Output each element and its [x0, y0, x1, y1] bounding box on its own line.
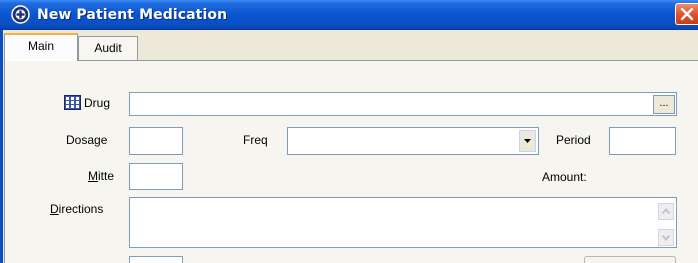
directions-label-accesskey: D	[50, 202, 59, 216]
dialog-window: New Patient Medication Main Audit Drug .…	[0, 0, 698, 263]
amount-label: Amount:	[542, 170, 587, 184]
period-label: Period	[556, 133, 591, 147]
tab-audit-label: Audit	[94, 41, 122, 55]
directions-scroll-up-button[interactable]	[658, 203, 674, 220]
drug-grid-icon[interactable]	[64, 95, 81, 110]
dosage-label: Dosage	[66, 133, 108, 147]
freq-dropdown-button[interactable]	[519, 130, 536, 152]
mitte-label: Mitte	[88, 169, 114, 183]
period-field[interactable]	[609, 127, 676, 155]
directions-label: Directions	[50, 202, 103, 216]
dosage-field[interactable]	[129, 127, 183, 155]
close-icon	[680, 7, 694, 21]
title-bar[interactable]: New Patient Medication	[0, 0, 698, 30]
directions-textarea[interactable]	[129, 197, 677, 248]
mitte-label-rest: itte	[98, 169, 115, 183]
freq-label: Freq	[243, 133, 268, 147]
mitte-label-accesskey: M	[88, 169, 98, 183]
window-border	[0, 30, 3, 263]
drug-label: Drug	[84, 96, 111, 110]
plus-circle-icon	[11, 5, 30, 24]
tab-main-label: Main	[27, 39, 54, 53]
window-title: New Patient Medication	[37, 7, 228, 23]
freq-select[interactable]	[287, 127, 539, 155]
next-row-field[interactable]	[129, 256, 183, 263]
scroll-down-icon	[661, 234, 671, 242]
scroll-up-icon	[661, 207, 671, 215]
drug-browse-button[interactable]: ...	[653, 95, 675, 114]
mitte-field[interactable]	[129, 163, 183, 190]
next-row-button[interactable]	[584, 256, 676, 263]
drug-field[interactable]	[129, 92, 677, 116]
directions-label-rest: irections	[58, 202, 104, 216]
tab-main[interactable]: Main	[4, 33, 78, 61]
chevron-down-icon	[524, 139, 531, 143]
close-button[interactable]	[675, 3, 698, 25]
directions-scroll-down-button[interactable]	[658, 229, 674, 246]
tab-audit[interactable]: Audit	[78, 36, 138, 60]
